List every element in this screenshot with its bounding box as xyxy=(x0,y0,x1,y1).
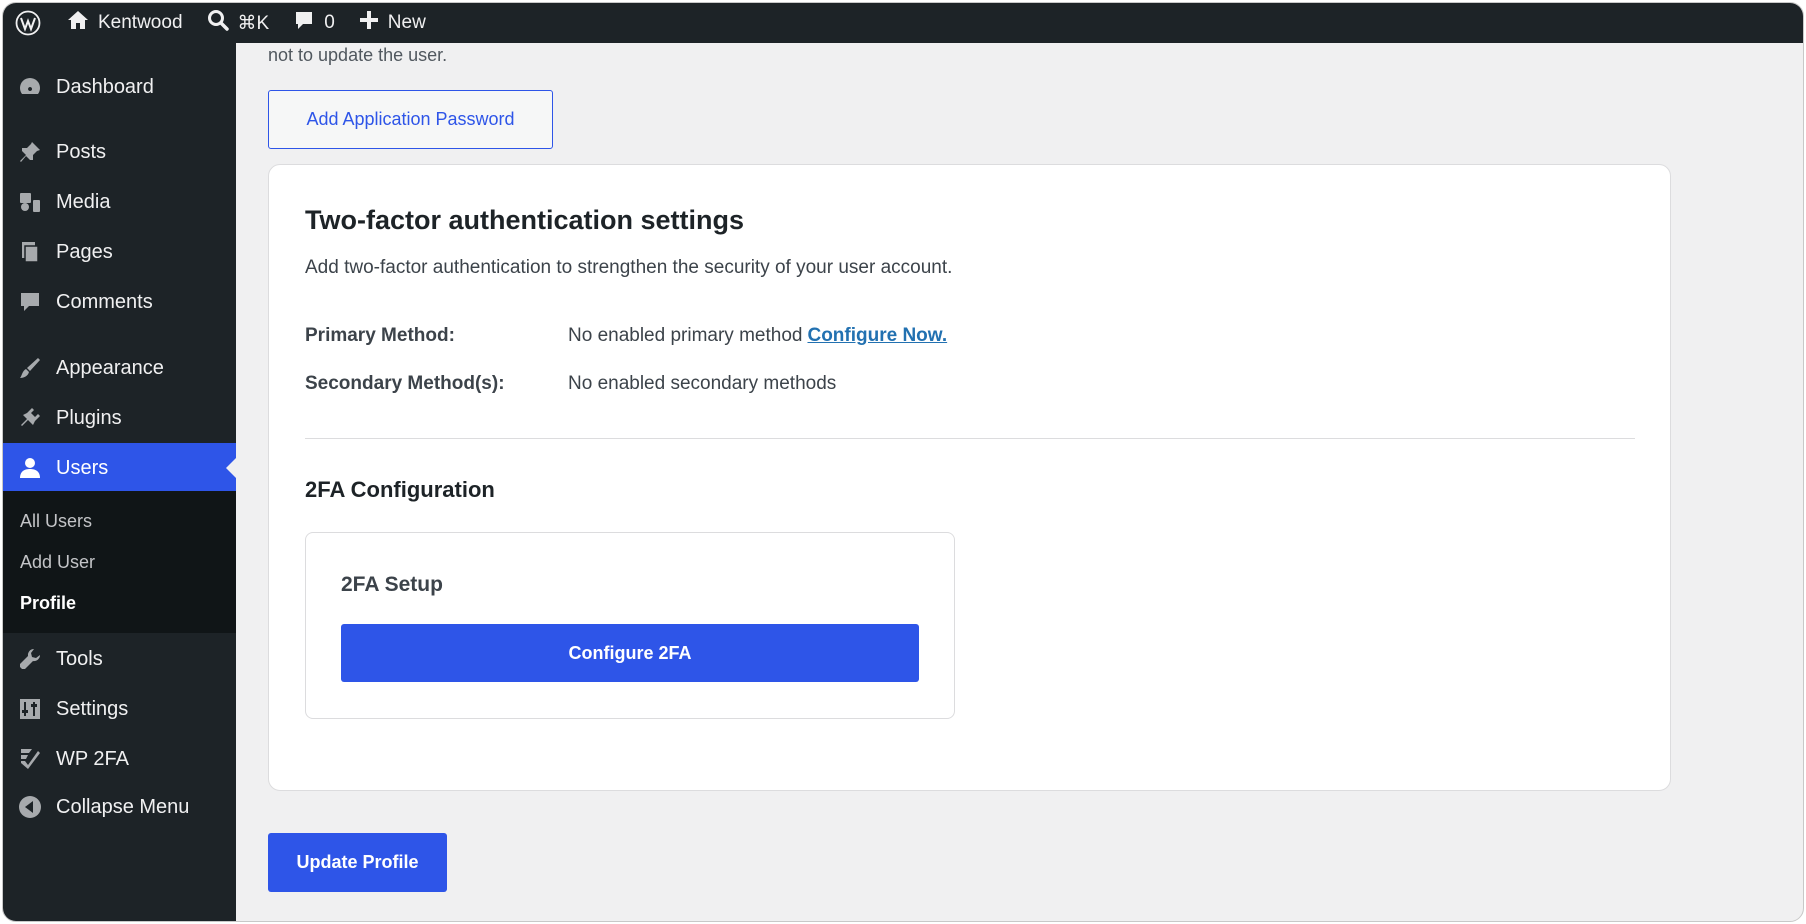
secondary-method-label: Secondary Method(s): xyxy=(305,373,505,394)
new-content-link[interactable]: New xyxy=(347,3,438,43)
wp2fa-icon xyxy=(16,745,44,773)
sidebar-item-media[interactable]: Media xyxy=(3,177,236,227)
user-icon xyxy=(16,454,44,482)
search-shortcut: ⌘K xyxy=(237,12,270,34)
sidebar-item-label: Dashboard xyxy=(56,75,154,98)
command-search[interactable]: ⌘K xyxy=(195,3,282,43)
admin-bar: Kentwood ⌘K 0 New xyxy=(3,3,1803,43)
site-name: Kentwood xyxy=(98,12,183,33)
sidebar-item-plugins[interactable]: Plugins xyxy=(3,393,236,443)
add-application-password-button[interactable]: Add Application Password xyxy=(268,90,553,149)
sidebar-item-label: Plugins xyxy=(56,406,122,429)
wrench-icon xyxy=(16,645,44,673)
comment-icon xyxy=(293,9,315,37)
primary-method-value: No enabled primary method Configure Now. xyxy=(568,325,947,347)
configure-2fa-button[interactable]: Configure 2FA xyxy=(341,624,919,682)
two-factor-description: Add two-factor authentication to strengt… xyxy=(305,257,953,278)
sidebar-item-label: Pages xyxy=(56,240,113,263)
configure-now-link[interactable]: Configure Now. xyxy=(807,325,947,346)
submenu-add-user[interactable]: Add User xyxy=(20,552,95,573)
2fa-setup-title: 2FA Setup xyxy=(341,573,443,596)
home-icon xyxy=(67,9,89,37)
two-factor-settings-card: Two-factor authentication settings Add t… xyxy=(268,164,1671,791)
new-label: New xyxy=(387,12,426,33)
admin-sidebar: Dashboard Posts Media Pages Comments App… xyxy=(3,43,236,921)
two-factor-title: Two-factor authentication settings xyxy=(305,205,745,235)
site-name-link[interactable]: Kentwood xyxy=(55,3,195,43)
2fa-configuration-title: 2FA Configuration xyxy=(305,477,495,502)
collapse-menu-button[interactable]: Collapse Menu xyxy=(3,782,236,832)
sidebar-item-pages[interactable]: Pages xyxy=(3,227,236,277)
sidebar-item-label: Appearance xyxy=(56,356,164,379)
comment-icon xyxy=(16,288,44,316)
update-profile-button[interactable]: Update Profile xyxy=(268,833,447,892)
sidebar-item-label: Media xyxy=(56,190,111,213)
dashboard-icon xyxy=(16,73,44,101)
plus-icon xyxy=(359,10,379,36)
section-divider xyxy=(305,438,1635,439)
comments-link[interactable]: 0 xyxy=(281,3,347,43)
wordpress-logo-icon[interactable] xyxy=(3,3,55,43)
sidebar-item-comments[interactable]: Comments xyxy=(3,277,236,327)
sidebar-item-wp-2fa[interactable]: WP 2FA xyxy=(3,734,236,784)
sidebar-item-dashboard[interactable]: Dashboard xyxy=(3,62,236,112)
sidebar-item-tools[interactable]: Tools xyxy=(3,634,236,684)
browser-frame: Kentwood ⌘K 0 New Dashboard Posts Media xyxy=(2,2,1804,922)
primary-method-text: No enabled primary method xyxy=(568,325,803,346)
sidebar-item-label: Tools xyxy=(56,647,103,670)
users-submenu: All Users Add User Profile xyxy=(3,491,236,633)
search-icon xyxy=(207,9,229,37)
comments-count: 0 xyxy=(324,12,335,33)
brush-icon xyxy=(16,354,44,382)
sidebar-item-label: WP 2FA xyxy=(56,747,129,770)
settings-icon xyxy=(16,695,44,723)
plugin-icon xyxy=(16,404,44,432)
pages-icon xyxy=(16,238,44,266)
sidebar-item-label: Users xyxy=(56,456,109,479)
sidebar-item-label: Posts xyxy=(56,140,107,163)
sidebar-item-label: Comments xyxy=(56,290,153,313)
main-content: not to update the user. Add Application … xyxy=(236,43,1803,921)
media-icon xyxy=(16,188,44,216)
primary-method-label: Primary Method: xyxy=(305,325,455,346)
submenu-all-users[interactable]: All Users xyxy=(20,511,92,532)
secondary-method-value: No enabled secondary methods xyxy=(568,373,837,394)
sidebar-item-users[interactable]: Users xyxy=(3,443,236,493)
sidebar-item-appearance[interactable]: Appearance xyxy=(3,343,236,393)
pin-icon xyxy=(16,138,44,166)
sidebar-item-posts[interactable]: Posts xyxy=(3,127,236,177)
application-password-note: not to update the user. xyxy=(268,45,448,65)
2fa-setup-box: 2FA Setup Configure 2FA xyxy=(305,532,955,719)
collapse-icon xyxy=(16,793,44,821)
sidebar-item-label: Collapse Menu xyxy=(56,795,190,818)
sidebar-item-label: Settings xyxy=(56,697,129,720)
submenu-profile[interactable]: Profile xyxy=(20,593,76,614)
sidebar-item-settings[interactable]: Settings xyxy=(3,684,236,734)
